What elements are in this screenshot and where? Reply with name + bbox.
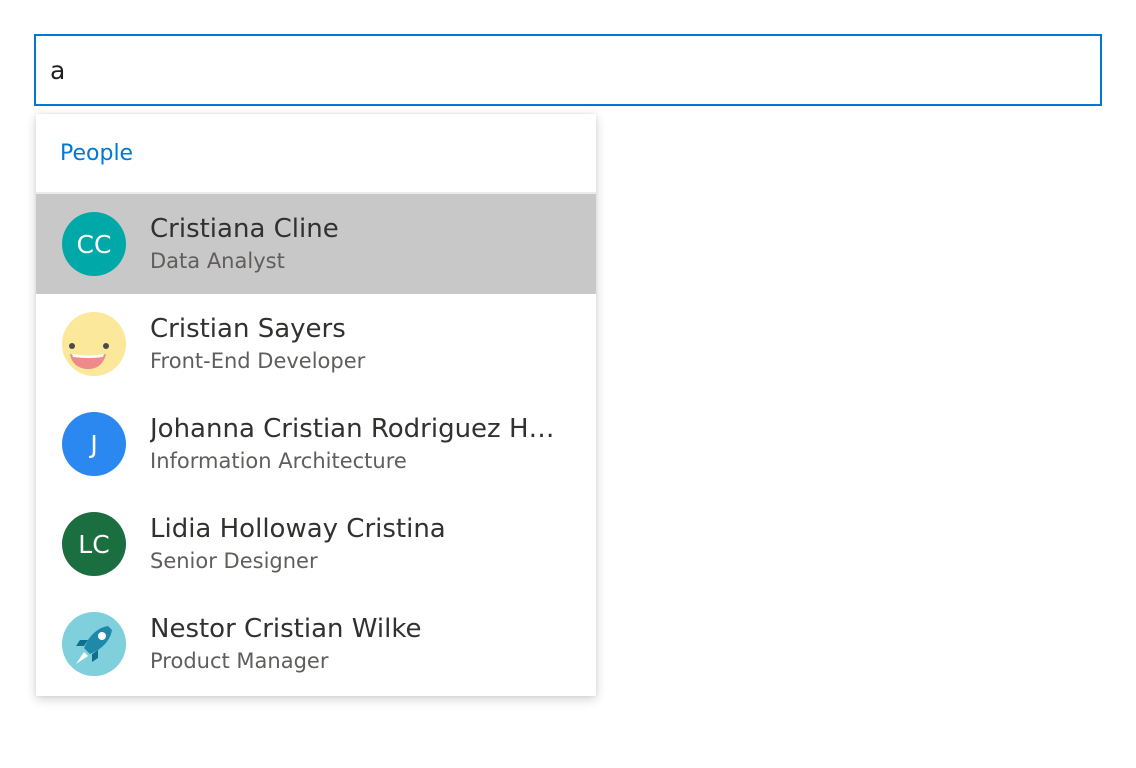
person-name: Cristiana Cline <box>150 214 339 244</box>
rocket-icon <box>62 612 126 676</box>
person-name: Nestor Cristian Wilke <box>150 614 422 644</box>
smiley-face-icon <box>62 312 126 376</box>
suggestion-item-johanna-cristian[interactable]: J Johanna Cristian Rodriguez Hern... Inf… <box>36 394 596 494</box>
avatar <box>62 312 126 376</box>
suggestions-dropdown: People CC Cristiana Cline Data Analyst C… <box>36 114 596 696</box>
avatar-initials: CC <box>76 229 112 259</box>
suggestion-item-nestor-wilke[interactable]: Nestor Cristian Wilke Product Manager <box>36 594 596 694</box>
person-title: Front-End Developer <box>150 349 366 373</box>
person-title: Data Analyst <box>150 249 285 273</box>
person-title: Product Manager <box>150 649 329 673</box>
avatar <box>62 612 126 676</box>
avatar: J <box>62 412 126 476</box>
person-title: Information Architecture <box>150 449 407 473</box>
avatar-initials: LC <box>78 529 110 559</box>
person-name: Lidia Holloway Cristina <box>150 514 446 544</box>
avatar-initials: J <box>90 429 98 459</box>
suggestion-item-lidia-holloway[interactable]: LC Lidia Holloway Cristina Senior Design… <box>36 494 596 594</box>
search-input[interactable] <box>50 36 1100 104</box>
suggestions-header: People <box>36 114 596 194</box>
person-title: Senior Designer <box>150 549 318 573</box>
person-name: Johanna Cristian Rodriguez Hern... <box>150 414 570 444</box>
avatar: LC <box>62 512 126 576</box>
avatar: CC <box>62 212 126 276</box>
person-name: Cristian Sayers <box>150 314 346 344</box>
people-picker-search-box[interactable] <box>34 34 1102 106</box>
suggestion-item-cristiana-cline[interactable]: CC Cristiana Cline Data Analyst <box>36 194 596 294</box>
suggestion-item-cristian-sayers[interactable]: Cristian Sayers Front-End Developer <box>36 294 596 394</box>
